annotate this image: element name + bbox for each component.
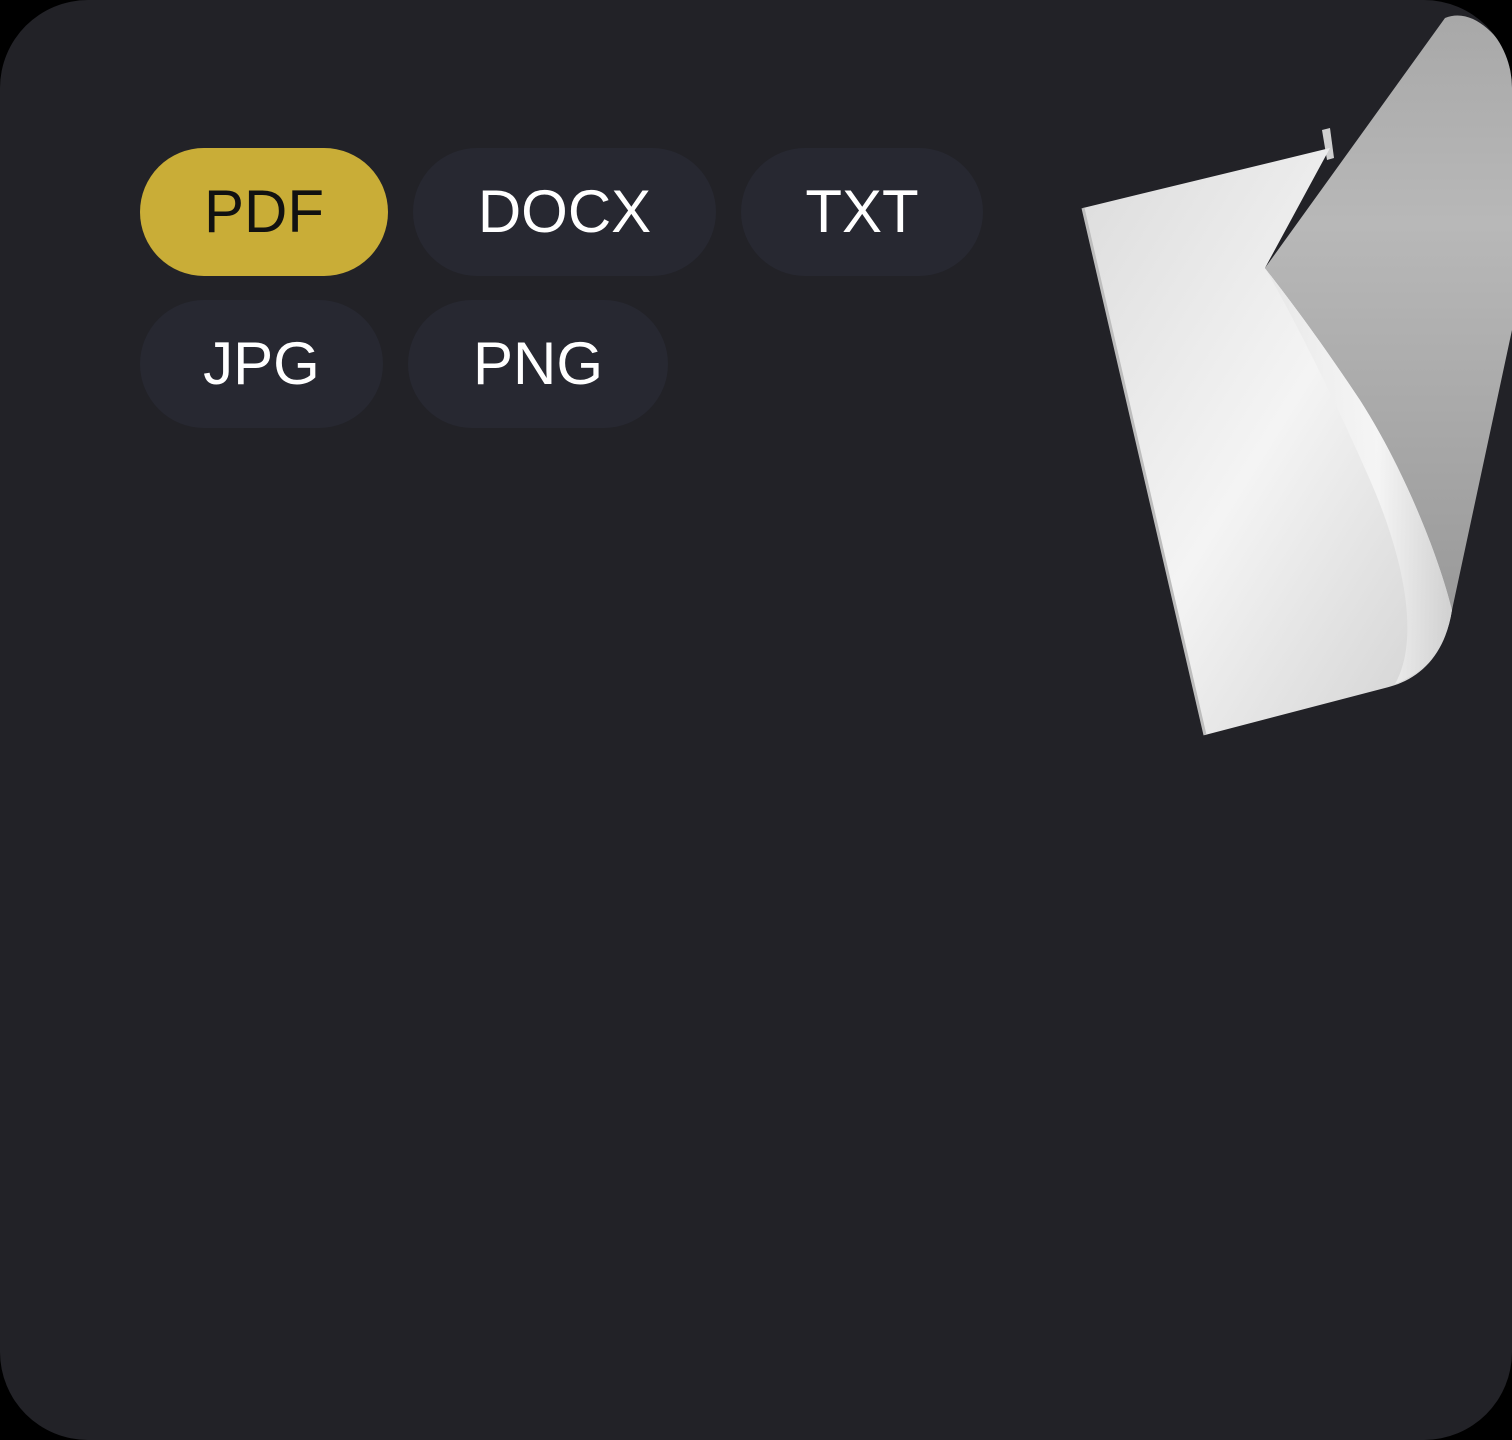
format-chip-png[interactable]: PNG [408, 300, 668, 428]
format-chip-jpg[interactable]: JPG [140, 300, 383, 428]
format-chip-docx[interactable]: DOCX [413, 148, 716, 276]
curled-paper-sheet-icon [1081, 15, 1512, 736]
format-chip-txt[interactable]: TXT [741, 148, 983, 276]
format-chip-pdf[interactable]: PDF [140, 148, 388, 276]
format-card: PDF DOCX TXT JPG PNG [0, 0, 1512, 1440]
